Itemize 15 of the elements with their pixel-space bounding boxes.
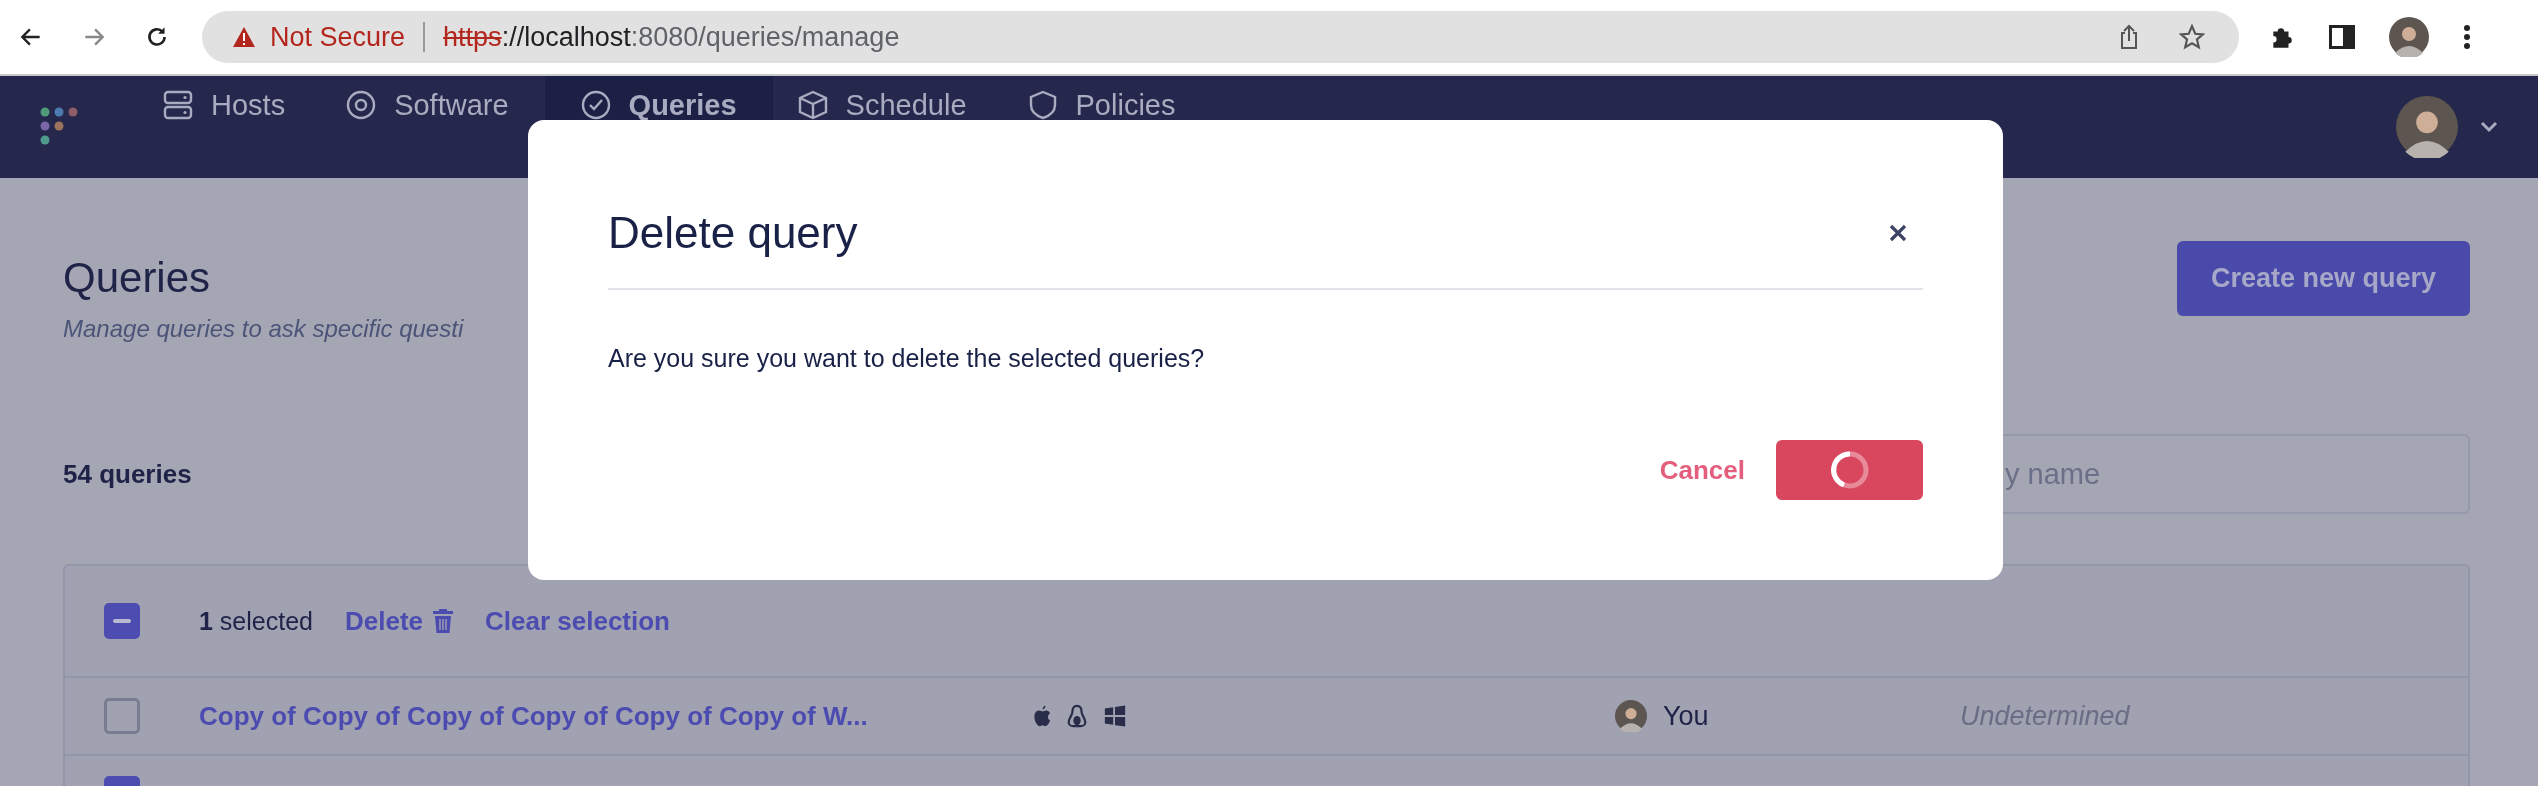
author-name: You [1663,700,1709,732]
query-count: 54 queries [63,458,192,490]
address-bar[interactable]: Not Secure https://localhost:8080/queries/manage [202,11,2239,63]
dialog-message: Are you sure you want to delete the selected queries? [608,343,1206,374]
page-title: Queries [63,253,212,303]
page-description: Manage queries to ask specific questi [63,314,464,344]
create-query-button[interactable]: Create new query [2177,241,2470,316]
security-warning[interactable]: Not Secure [270,21,406,53]
selection-count: 1 selected [199,606,313,636]
nav-tab[interactable]: Policies [1002,76,1212,178]
nav-tab[interactable]: Hosts [138,76,322,178]
nav-tab[interactable]: Software [321,76,545,178]
nav-tab[interactable]: Schedule [772,76,1003,178]
url-text[interactable]: https://localhost:8080/queries/manage [443,21,900,53]
dialog-title: Delete query [608,208,858,258]
